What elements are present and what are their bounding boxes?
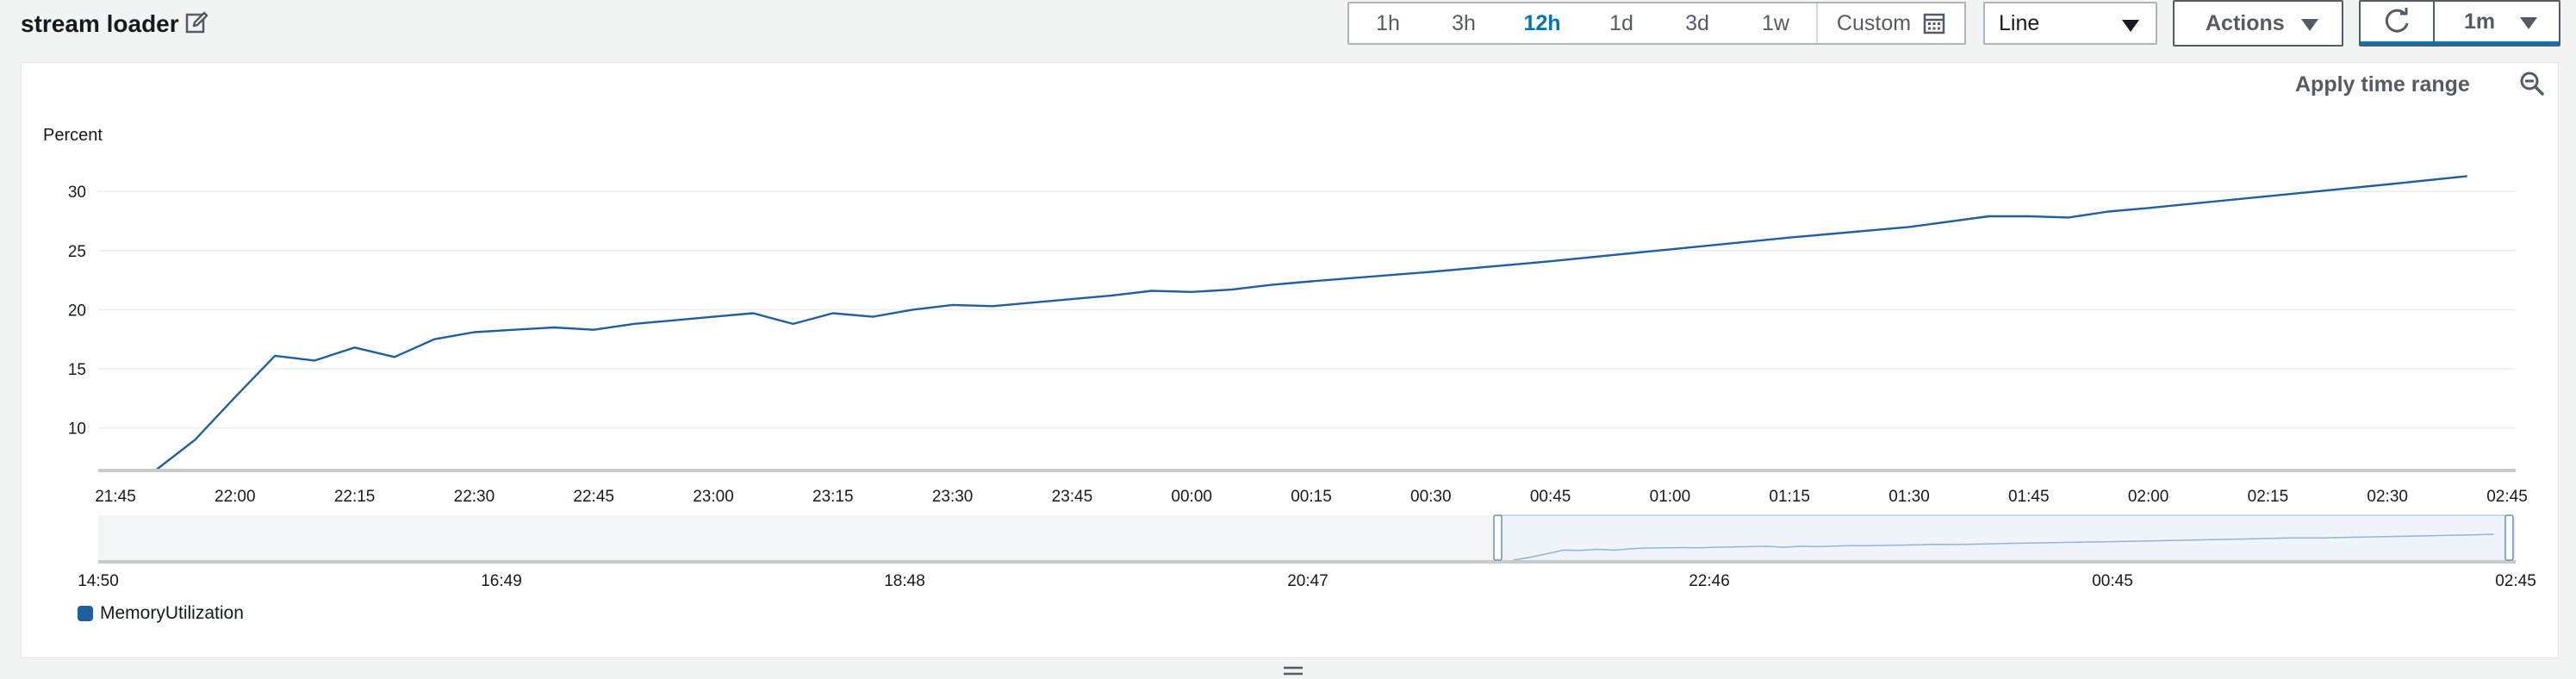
x-tick-label: 00:45: [1530, 488, 1571, 506]
y-tick-label: 20: [68, 302, 86, 320]
x-tick-label: 01:45: [2008, 488, 2050, 506]
x-tick-label: 23:15: [812, 488, 854, 506]
x-tick-label: 22:15: [334, 488, 376, 506]
navigator-tick-label: 22:46: [1689, 572, 1730, 590]
navigator-selection[interactable]: [1496, 514, 2511, 563]
navigator-right-handle[interactable]: [2504, 514, 2514, 561]
x-tick-label: 02:30: [2367, 488, 2408, 506]
x-tick-label: 02:00: [2128, 488, 2169, 506]
x-tick-label: 02:45: [2486, 488, 2528, 506]
x-tick-label: 22:00: [215, 488, 256, 506]
x-tick-label: 02:15: [2248, 488, 2289, 506]
x-tick-label: 22:30: [454, 488, 495, 506]
navigator-tick-label: 18:48: [884, 572, 925, 590]
navigator-left-handle[interactable]: [1493, 514, 1503, 561]
x-tick-label: 22:45: [573, 488, 614, 506]
x-tick-label: 01:00: [1650, 488, 1691, 506]
x-tick-label: 00:15: [1291, 488, 1332, 506]
legend-swatch: [78, 606, 93, 621]
navigator-tick-label: 00:45: [2092, 572, 2133, 590]
series-line-memoryutilization: [154, 175, 2467, 471]
legend-item-memoryutilization[interactable]: MemoryUtilization: [78, 603, 244, 624]
x-tick-label: 01:30: [1888, 488, 1930, 506]
y-tick-label: 25: [68, 243, 86, 261]
x-tick-label: 23:45: [1052, 488, 1093, 506]
x-tick-label: 21:45: [95, 488, 136, 506]
resize-handle-icon[interactable]: [1282, 665, 1304, 677]
x-tick-label: 00:00: [1171, 488, 1212, 506]
line-chart[interactable]: 10 15 20 25 30 21:45 22:00 22:15 22:30 22:45 23:0…: [0, 0, 2576, 679]
y-tick-label: 10: [68, 420, 86, 439]
y-tick-label: 15: [68, 361, 86, 379]
x-tick-label: 23:00: [693, 488, 734, 506]
x-tick-label: 23:30: [932, 488, 974, 506]
legend-label: MemoryUtilization: [100, 603, 244, 623]
navigator-tick-label: 14:50: [78, 572, 119, 590]
navigator-tick-label: 02:45: [2495, 572, 2536, 590]
navigator-tick-label: 20:47: [1287, 572, 1328, 590]
x-tick-label: 00:30: [1410, 488, 1452, 506]
x-tick-label: 01:15: [1769, 488, 1810, 506]
y-tick-label: 30: [68, 184, 86, 202]
navigator-tick-label: 16:49: [481, 572, 522, 590]
